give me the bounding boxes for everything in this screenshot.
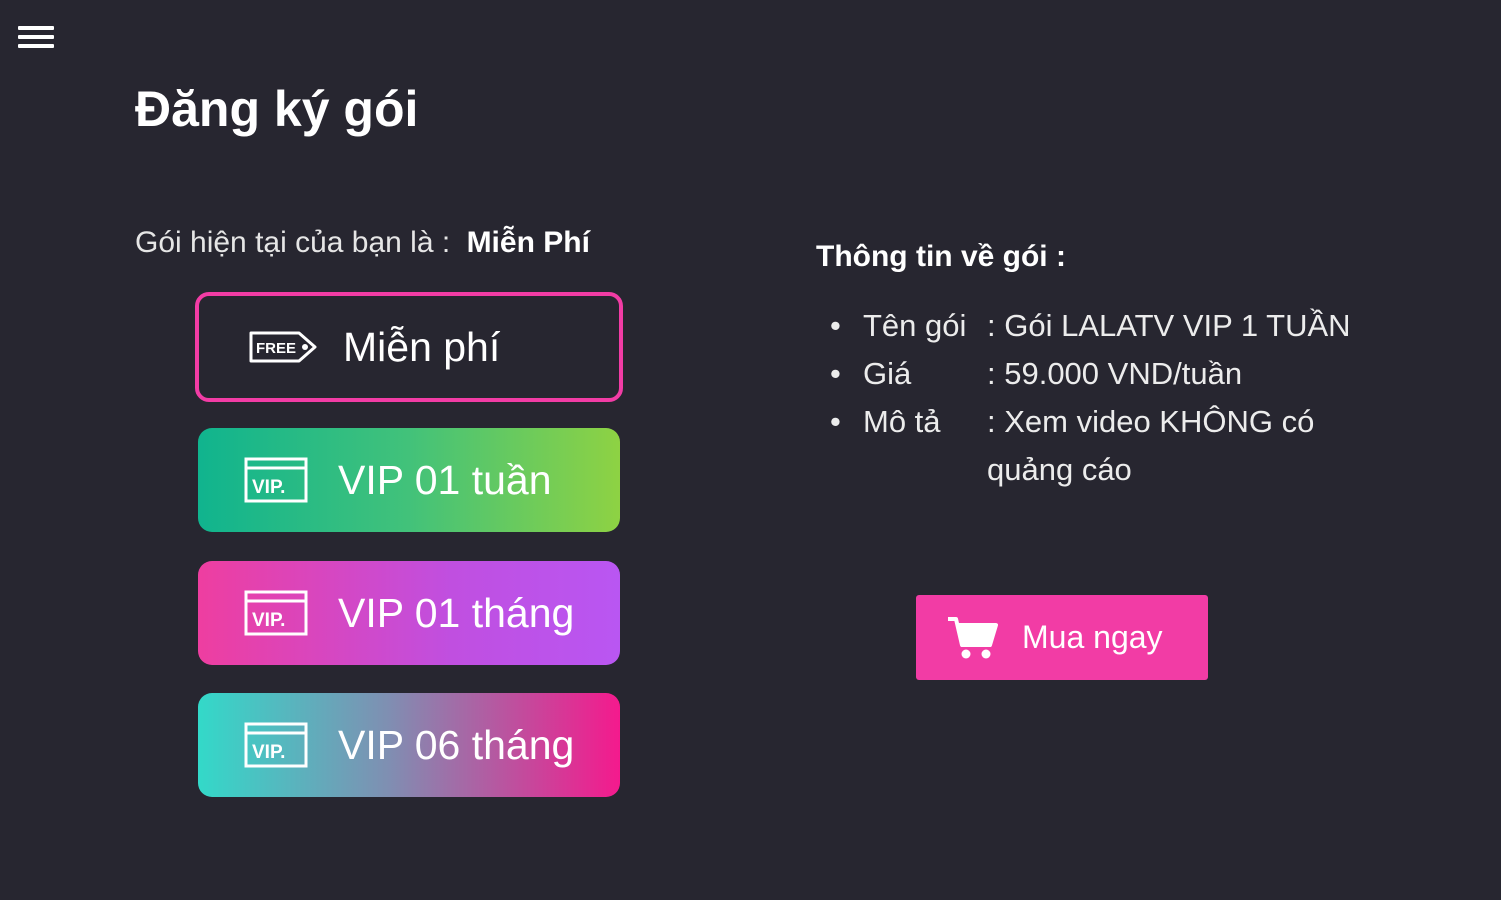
svg-text:VIP.: VIP. [252, 477, 285, 498]
buy-now-label: Mua ngay [1022, 619, 1163, 655]
vip-ticket-icon: VIP. [244, 457, 308, 503]
plan-vip-6-months-button[interactable]: VIP. VIP 06 tháng [198, 693, 620, 797]
plan-info-value: : Gói LALATV VIP 1 TUẦN [987, 308, 1351, 343]
plan-vip-week-label: VIP 01 tuần [338, 456, 552, 503]
shopping-cart-icon [946, 615, 998, 661]
plan-info-row-name: • Tên gói : Gói LALATV VIP 1 TUẦN [830, 302, 1357, 350]
current-plan-label: Gói hiện tại của bạn là : [135, 226, 451, 259]
plan-vip-6-months-label: VIP 06 tháng [338, 721, 575, 768]
vip-ticket-icon: VIP. [244, 590, 308, 636]
plan-info-value: : Xem video KHÔNG có quảng cáo [987, 404, 1315, 487]
svg-text:VIP.: VIP. [252, 610, 285, 631]
plan-info-row-price: • Giá : 59.000 VND/tuần [830, 350, 1357, 398]
plan-vip-month-button[interactable]: VIP. VIP 01 tháng [198, 561, 620, 665]
svg-text:VIP.: VIP. [252, 742, 285, 763]
current-plan-value: Miễn Phí [466, 226, 590, 259]
svg-text:FREE: FREE [256, 340, 296, 357]
plan-info-value: : 59.000 VND/tuần [987, 356, 1243, 391]
plan-free-label: Miễn phí [343, 323, 501, 370]
vip-ticket-icon: VIP. [244, 722, 308, 768]
plan-info-key: Tên gói [863, 308, 967, 343]
plan-info-list: • Tên gói : Gói LALATV VIP 1 TUẦN • Giá … [830, 302, 1357, 494]
buy-now-button[interactable]: Mua ngay [916, 595, 1208, 680]
current-plan-text: Gói hiện tại của bạn là : Miễn Phí [135, 226, 590, 260]
plan-vip-month-label: VIP 01 tháng [338, 589, 575, 636]
page-title: Đăng ký gói [135, 81, 419, 137]
plan-info-key: Giá [863, 356, 912, 391]
free-tag-icon: FREE [247, 327, 319, 367]
plan-info-title: Thông tin về gói : [816, 240, 1066, 273]
plan-free-button[interactable]: FREE Miễn phí [195, 292, 623, 402]
plan-info-key: Mô tả [863, 404, 941, 439]
plan-vip-week-button[interactable]: VIP. VIP 01 tuần [198, 428, 620, 532]
hamburger-menu-icon[interactable] [18, 26, 54, 56]
plan-info-row-description: • Mô tả : Xem video KHÔNG có quảng cáo [830, 398, 1357, 494]
